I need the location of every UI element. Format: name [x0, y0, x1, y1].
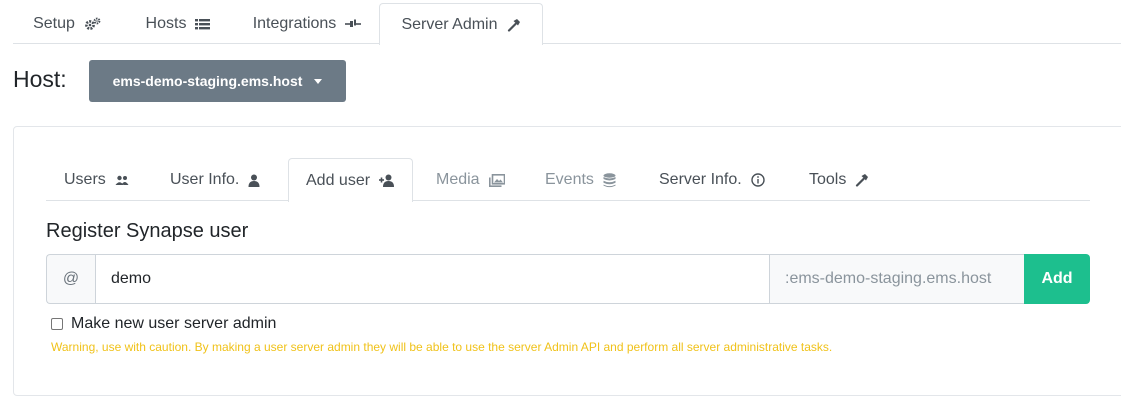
tab-add-user-label: Add user: [306, 171, 371, 189]
gears-icon: [84, 17, 101, 31]
user-icon: [248, 174, 260, 187]
tab-tools[interactable]: Tools: [791, 158, 887, 201]
user-plus-icon: [379, 174, 395, 187]
tab-setup-label: Setup: [33, 15, 75, 32]
tab-media[interactable]: Media: [418, 158, 523, 201]
database-icon: [603, 172, 616, 188]
list-icon: [195, 18, 211, 30]
tab-events-label: Events: [545, 171, 594, 188]
tab-server-info[interactable]: Server Info.: [641, 158, 783, 201]
tab-integrations-label: Integrations: [252, 15, 337, 32]
tab-events[interactable]: Events: [527, 158, 634, 201]
tab-setup[interactable]: Setup: [13, 3, 121, 44]
register-user-title: Register Synapse user: [46, 220, 249, 242]
tab-integrations[interactable]: Integrations: [235, 3, 379, 44]
tab-add-user[interactable]: Add user: [288, 158, 414, 202]
host-dropdown[interactable]: ems-demo-staging.ems.host: [89, 60, 346, 102]
server-admin-checkbox[interactable]: [51, 318, 63, 330]
tab-user-info-label: User Info.: [170, 171, 240, 188]
admin-sub-tabs: Users User Info. Add user Media Events S…: [46, 158, 1090, 202]
tab-server-admin[interactable]: Server Admin: [379, 3, 543, 45]
server-admin-warning: Warning, use with caution. By making a u…: [51, 340, 833, 354]
hammer-icon: [507, 18, 521, 32]
tab-hosts[interactable]: Hosts: [121, 3, 235, 44]
tab-media-label: Media: [436, 171, 480, 188]
caret-down-icon: [314, 78, 323, 84]
at-prefix: @: [46, 254, 95, 304]
server-admin-checkbox-label: Make new user server admin: [71, 315, 277, 332]
host-label: Host:: [13, 66, 67, 92]
host-dropdown-value: ems-demo-staging.ems.host: [112, 73, 303, 89]
top-nav-tabs: Setup Hosts Integrations Server Admin: [13, 0, 1121, 45]
tab-server-info-label: Server Info.: [659, 171, 742, 188]
register-user-input-group: @ :ems-demo-staging.ems.host Add: [46, 254, 1090, 304]
domain-suffix: :ems-demo-staging.ems.host: [769, 254, 1024, 304]
tab-tools-label: Tools: [809, 171, 847, 188]
tab-users[interactable]: Users: [46, 158, 147, 201]
server-admin-checkbox-row: Make new user server admin: [51, 315, 276, 333]
users-icon: [115, 175, 129, 186]
info-circle-icon: [751, 173, 765, 187]
tab-users-label: Users: [64, 171, 106, 188]
username-input[interactable]: [95, 254, 769, 304]
plug-icon: [345, 19, 362, 29]
hammer-icon: [855, 173, 869, 187]
tab-server-admin-label: Server Admin: [401, 15, 498, 33]
images-icon: [488, 173, 505, 187]
tab-user-info[interactable]: User Info.: [152, 158, 278, 201]
tab-hosts-label: Hosts: [145, 15, 187, 32]
add-user-button[interactable]: Add: [1024, 254, 1090, 304]
